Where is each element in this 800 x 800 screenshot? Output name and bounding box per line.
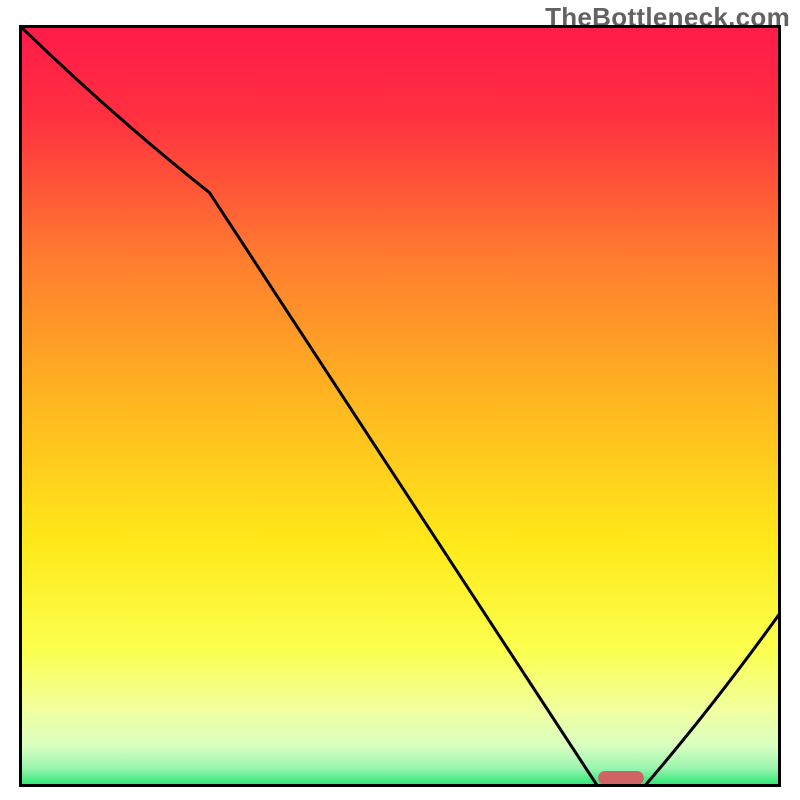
plot-area <box>19 25 781 787</box>
chart-container: TheBottleneck.com <box>0 0 800 800</box>
optimal-range-marker <box>598 771 644 785</box>
gradient-background <box>19 25 781 787</box>
chart-svg <box>19 25 781 787</box>
